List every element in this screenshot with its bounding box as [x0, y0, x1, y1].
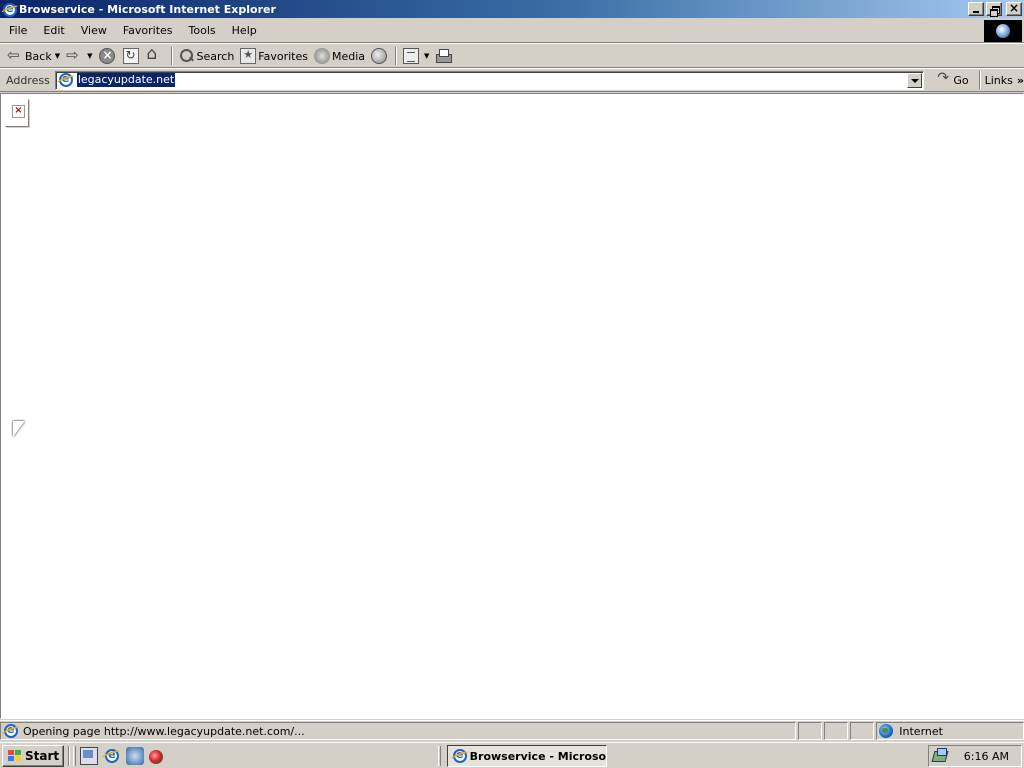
forward-button[interactable]: ▼: [63, 46, 95, 66]
favorites-label: Favorites: [258, 49, 308, 63]
window-controls: ×: [968, 1, 1022, 17]
address-label: Address: [6, 73, 50, 87]
standard-toolbar: Back ▼ ▼ Search Favorites Media ▼: [0, 44, 1024, 68]
menu-tools[interactable]: Tools: [180, 24, 223, 37]
start-label: Start: [25, 748, 60, 763]
go-arrow-icon: [937, 70, 951, 87]
back-dropdown-icon[interactable]: ▼: [55, 52, 60, 60]
clock[interactable]: 6:16 AM: [964, 750, 1009, 763]
page-ie-icon: [56, 72, 76, 88]
menu-favorites[interactable]: Favorites: [114, 24, 180, 37]
internet-explorer-icon[interactable]: [101, 747, 121, 765]
menu-bar: File Edit View Favorites Tools Help: [0, 19, 1024, 43]
menu-file[interactable]: File: [0, 24, 34, 37]
mail-icon: [403, 48, 420, 64]
print-button[interactable]: [432, 46, 456, 66]
status-bar: Opening page http://www.legacyupdate.net…: [0, 720, 1024, 741]
network-icon[interactable]: [932, 748, 948, 764]
home-icon: [147, 44, 163, 64]
taskbar: Start Browservice - Microso... 6:16 AM: [0, 742, 1024, 768]
minimize-button[interactable]: [968, 2, 984, 16]
windows-logo-icon: [996, 24, 1010, 38]
refresh-icon: [122, 48, 139, 64]
forward-arrow-icon: [66, 46, 82, 64]
stop-icon: [98, 48, 115, 64]
page-loading-icon: [1, 723, 21, 739]
close-icon: ×: [1008, 1, 1020, 15]
title-bar[interactable]: Browservice - Microsoft Internet Explore…: [0, 0, 1024, 18]
broken-image-icon: [5, 99, 29, 127]
system-tray: 6:16 AM: [928, 745, 1022, 767]
task-area-grip[interactable]: [438, 746, 441, 766]
forward-dropdown-icon[interactable]: ▼: [87, 52, 92, 60]
status-main-pane: Opening page http://www.legacyupdate.net…: [0, 722, 797, 740]
restore-button[interactable]: [986, 2, 1002, 17]
history-icon: [371, 48, 388, 64]
toolbar-separator: [395, 47, 398, 65]
page-content[interactable]: [0, 93, 1024, 719]
status-pane-empty: [824, 722, 849, 740]
address-bar: Address legacyupdate.net Go Links »: [0, 69, 1024, 92]
address-value: legacyupdate.net: [76, 73, 176, 87]
zone-label: Internet: [899, 724, 943, 738]
links-button[interactable]: Links »: [981, 74, 1024, 87]
minimize-icon: [973, 11, 979, 13]
stop-button[interactable]: [96, 46, 120, 66]
close-button[interactable]: ×: [1006, 1, 1022, 16]
outlook-express-icon[interactable]: [126, 746, 145, 765]
quicklaunch-grip[interactable]: [73, 745, 77, 766]
favorites-button[interactable]: Favorites: [237, 46, 311, 66]
address-dropdown-icon[interactable]: [907, 72, 923, 88]
links-label: Links: [984, 73, 1013, 87]
taskbar-divider: [68, 745, 71, 766]
search-icon: [179, 48, 195, 64]
chevron-right-icon: »: [1016, 73, 1024, 87]
print-icon: [435, 48, 453, 64]
search-button[interactable]: Search: [176, 46, 238, 66]
go-button[interactable]: Go: [933, 70, 972, 90]
status-pane-empty: [850, 722, 875, 740]
mail-dropdown-icon[interactable]: ▼: [424, 52, 429, 60]
back-label: Back: [25, 49, 52, 63]
toolbar-separator: [170, 47, 173, 65]
window-title: Browservice - Microsoft Internet Explore…: [19, 2, 276, 16]
media-label: Media: [332, 49, 366, 63]
go-label: Go: [953, 73, 969, 87]
refresh-button[interactable]: [120, 46, 144, 66]
show-desktop-icon[interactable]: [80, 746, 99, 765]
mouse-cursor-icon: [13, 421, 29, 443]
ie-icon: [0, 2, 20, 17]
windows-flag-icon: [6, 749, 22, 763]
menu-help[interactable]: Help: [223, 24, 264, 37]
media-player-icon[interactable]: [149, 749, 164, 764]
media-button[interactable]: Media: [311, 46, 368, 66]
menu-edit[interactable]: Edit: [34, 24, 71, 37]
menu-view[interactable]: View: [72, 24, 114, 37]
status-pane-empty: [798, 722, 823, 740]
back-arrow-icon: [7, 46, 23, 64]
taskbar-window-label: Browservice - Microso...: [469, 749, 606, 763]
restore-icon: [990, 6, 1000, 17]
start-button[interactable]: Start: [2, 744, 65, 767]
address-input[interactable]: legacyupdate.net: [54, 70, 925, 90]
ie-icon: [450, 748, 470, 764]
home-button[interactable]: [144, 44, 168, 66]
history-button[interactable]: [368, 46, 392, 66]
security-zone-pane[interactable]: Internet: [876, 722, 1024, 740]
windows-logo-throbber: [984, 20, 1022, 42]
taskbar-window-button[interactable]: Browservice - Microso...: [447, 745, 607, 767]
search-label: Search: [196, 49, 235, 63]
back-button[interactable]: Back ▼: [4, 46, 63, 66]
internet-globe-icon: [879, 724, 894, 738]
mail-button[interactable]: ▼: [400, 46, 432, 66]
status-text: Opening page http://www.legacyupdate.net…: [23, 724, 305, 738]
media-icon: [314, 48, 330, 64]
favorites-icon: [240, 48, 257, 64]
